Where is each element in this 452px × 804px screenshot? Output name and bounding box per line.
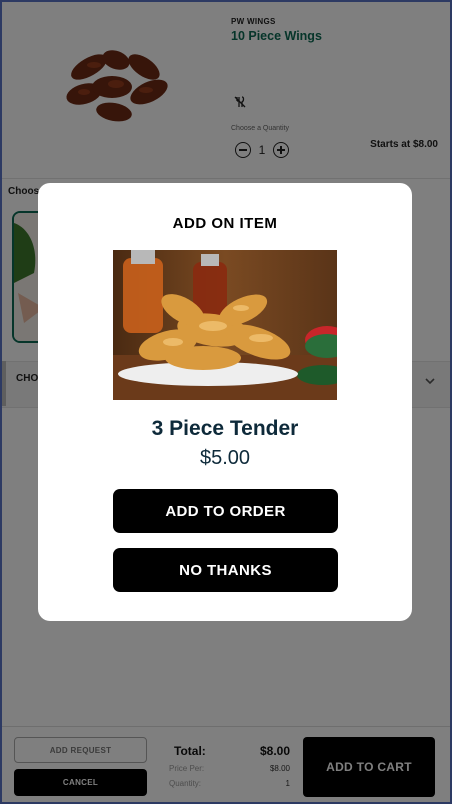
add-to-order-button[interactable]: ADD TO ORDER — [113, 489, 338, 533]
add-on-item-image — [113, 250, 337, 400]
modal-title: ADD ON ITEM — [172, 215, 278, 232]
add-on-item-price: $5.00 — [199, 447, 251, 469]
add-on-item-name: 3 Piece Tender — [151, 417, 299, 440]
screen: PW WINGS 10 Piece Wings Choose a Quantit… — [2, 2, 450, 802]
no-thanks-button[interactable]: NO THANKS — [113, 548, 338, 592]
add-on-modal: ADD ON ITEM 3 Piece Tender $5.00 ADD TO … — [38, 183, 412, 621]
